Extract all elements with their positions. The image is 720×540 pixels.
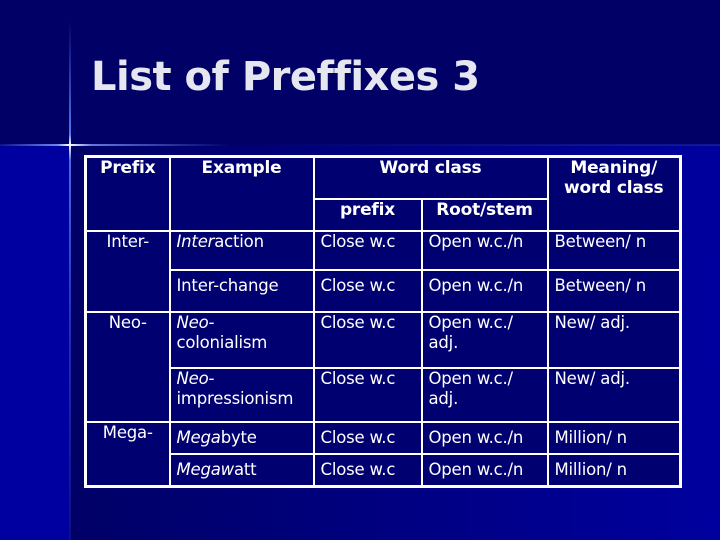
- example-root-part: colonialism: [176, 332, 268, 352]
- example-cell: Inter-change: [168, 268, 315, 313]
- meaning-cell: New/ adj.: [546, 310, 682, 369]
- example-cell: Megawatt: [168, 452, 315, 488]
- word-class-prefix-cell: Close w.c: [312, 420, 423, 455]
- prefix-cell: Inter-: [84, 229, 171, 313]
- example-cell: Neo-impressionism: [168, 366, 315, 423]
- word-class-root-cell: Open w.c./n: [420, 420, 549, 455]
- subheader-prefix: prefix: [312, 197, 423, 232]
- header-row: Prefix Example Word class Meaning/ word …: [84, 155, 682, 232]
- header-example: Example: [168, 155, 315, 232]
- word-class-root-cell: Open w.c./n: [420, 268, 549, 313]
- subheader-root-stem: Root/stem: [420, 197, 549, 232]
- example-cell: Interaction: [168, 229, 315, 271]
- word-class-prefix-cell: Close w.c: [312, 268, 423, 313]
- meaning-cell: Between/ n: [546, 229, 682, 271]
- example-root-part: att: [233, 459, 257, 479]
- example-root-part: Inter-change: [176, 275, 279, 295]
- example-prefix-part: Neo-: [176, 368, 215, 388]
- example-root-part: byte: [220, 427, 257, 447]
- prefix-table: Prefix Example Word class Meaning/ word …: [84, 155, 682, 488]
- table-row: Neo-impressionism Close w.c Open w.c./ a…: [86, 366, 682, 423]
- decorative-divider-line: [230, 144, 720, 146]
- word-class-root-cell: Open w.c./n: [420, 229, 549, 271]
- word-class-prefix-cell: Close w.c: [312, 366, 423, 423]
- background-left-strip: [0, 145, 70, 540]
- example-cell: Neo-colonialism: [168, 310, 315, 369]
- example-prefix-part: Megaw: [176, 459, 235, 479]
- header-prefix: Prefix: [84, 155, 171, 232]
- meaning-cell: Million/ n: [546, 420, 682, 455]
- example-prefix-part: Inter: [176, 231, 215, 251]
- meaning-cell: Million/ n: [546, 452, 682, 488]
- example-cell: Megabyte: [168, 420, 315, 455]
- word-class-root-cell: Open w.c./n: [420, 452, 549, 488]
- decorative-glow-vertical-line: [69, 20, 71, 540]
- decorative-glow-horizontal-line: [0, 144, 230, 146]
- example-prefix-part: Mega: [176, 427, 221, 447]
- prefix-cell: Mega-: [84, 420, 171, 488]
- table-row: Neo- Neo-colonialism Close w.c Open w.c.…: [84, 310, 682, 423]
- example-prefix-part: Neo-: [176, 312, 215, 332]
- example-root-part: action: [214, 231, 264, 251]
- table-row: Mega- Megabyte Close w.c Open w.c./n Mil…: [84, 420, 682, 488]
- word-class-prefix-cell: Close w.c: [312, 229, 423, 271]
- word-class-root-cell: Open w.c./ adj.: [420, 366, 549, 423]
- word-class-prefix-cell: Close w.c: [312, 310, 423, 369]
- table-row: Inter-change Close w.c Open w.c./n Betwe…: [86, 268, 682, 313]
- table-row: Inter- Interaction Close w.c Open w.c./n…: [84, 229, 682, 313]
- header-word-class: Word class: [312, 155, 549, 200]
- meaning-cell: New/ adj.: [546, 366, 682, 423]
- word-class-prefix-cell: Close w.c: [312, 452, 423, 488]
- example-root-part: impressionism: [176, 388, 294, 408]
- prefix-cell: Neo-: [84, 310, 171, 423]
- slide-title: List of Preffixes 3: [91, 54, 480, 100]
- meaning-cell: Between/ n: [546, 268, 682, 313]
- table-row: Megawatt Close w.c Open w.c./n Million/ …: [86, 452, 682, 488]
- header-meaning: Meaning/ word class: [546, 155, 682, 232]
- word-class-root-cell: Open w.c./ adj.: [420, 310, 549, 369]
